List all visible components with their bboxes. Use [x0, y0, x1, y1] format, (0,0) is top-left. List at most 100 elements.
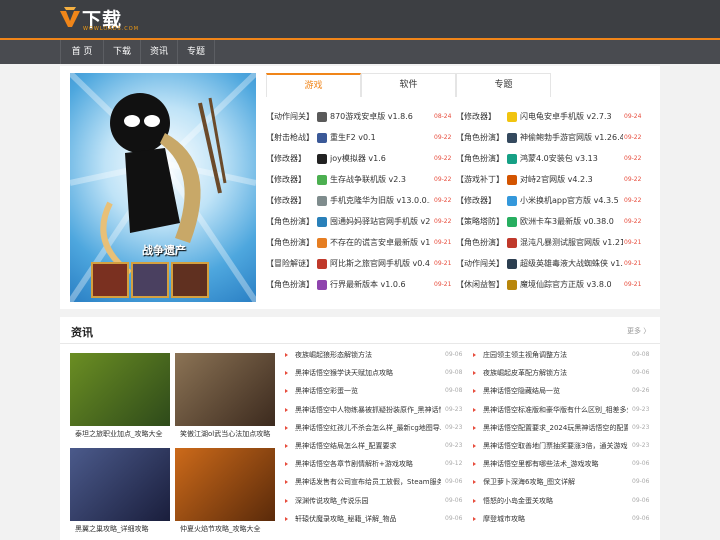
game-title-link[interactable]: 鸿蒙4.0安装包 v3.13 — [520, 150, 623, 168]
news-title-link[interactable]: 夜族崛起皮革配方解锁方法 — [483, 364, 628, 382]
game-title-link[interactable]: 魔境仙踪官方正版 v3.8.0 — [520, 276, 623, 294]
game-category[interactable]: 【修改器】 — [266, 171, 306, 189]
news-title-link[interactable]: 黑神话悟空配置要求_2024玩黑神话悟空的配置推荐 — [483, 419, 628, 437]
news-title-link[interactable]: 黑神话悟空中人物练暴被抓疑扮装原作_黑神话悟空 — [295, 401, 441, 419]
thumbnail-caption[interactable]: 仲夏火焰节攻略_攻略大全 — [180, 524, 275, 534]
game-category[interactable]: 【冒险解谜】 — [266, 255, 314, 273]
game-category[interactable]: 【游戏补丁】 — [456, 171, 504, 189]
nav-download[interactable]: 下载 — [104, 40, 141, 64]
game-row[interactable]: 【修改器】 小米换机app官方版 v4.3.5 09-22 — [456, 192, 644, 210]
game-title-link[interactable]: 重生F2 v0.1 — [330, 129, 430, 147]
game-row[interactable]: 【休闲益智】 魔境仙踪官方正版 v3.8.0 09-21 — [456, 276, 644, 294]
game-row[interactable]: 【冒险解谜】 阿比斯之旅官网手机版 v0.4.5 09-21 — [266, 255, 454, 273]
game-category[interactable]: 【修改器】 — [266, 150, 306, 168]
game-title-link[interactable]: 混沌凡暴测试服官网版 v1.21.0 — [520, 234, 623, 252]
game-row[interactable]: 【修改器】 生存战争联机版 v2.3 09-22 — [266, 171, 454, 189]
news-item[interactable]: 深渊传说攻略_传说乐园 09-06 — [285, 492, 465, 510]
news-item[interactable]: 黑神话发售有公司宣布给员工放假，Steam服务器... 09-06 — [285, 473, 465, 491]
game-title-link[interactable]: 欧洲卡车3最新版 v0.38.0 — [520, 213, 623, 231]
game-row[interactable]: 【角色扮演】 神偷鲍勃手游官网版 v1.26.4 09-22 — [456, 129, 644, 147]
news-item[interactable]: 黑神话悟空隐藏结局一览 09-26 — [473, 382, 653, 400]
game-row[interactable]: 【动作闯关】 870游戏安卓版 v1.8.6 08-24 — [266, 108, 454, 126]
game-category[interactable]: 【休闲益智】 — [456, 276, 504, 294]
game-category[interactable]: 【角色扮演】 — [456, 129, 504, 147]
tab-games[interactable]: 游戏 — [266, 73, 361, 97]
news-item[interactable]: 黑神话悟空结局怎么样_配置要求 09-23 — [285, 437, 465, 455]
news-title-link[interactable]: 黑神话悟空取善地门票抽奖要涨3倍，通关游戏... — [483, 437, 628, 455]
game-row[interactable]: 【修改器】 闪电龟安卓手机版 v2.7.3 09-24 — [456, 108, 644, 126]
game-title-link[interactable]: 小米换机app官方版 v4.3.5 — [520, 192, 623, 210]
news-item[interactable]: 夜族崛起狼形态解锁方法 09-06 — [285, 346, 465, 364]
news-title-link[interactable]: 黑神话悟空红孩儿不杀会怎么样_最新cg地图导... — [295, 419, 441, 437]
news-item[interactable]: 黑神话悟空彩蛋一览 09-08 — [285, 382, 465, 400]
news-item[interactable]: 黑神话悟空中人物练暴被抓疑扮装原作_黑神话悟空 09-23 — [285, 401, 465, 419]
game-category[interactable]: 【动作闯关】 — [456, 255, 504, 273]
news-title-link[interactable]: 保卫萝卜深海6攻略_图文详解 — [483, 473, 628, 491]
news-title-link[interactable]: 黑神话悟空结局怎么样_配置要求 — [295, 437, 441, 455]
news-item[interactable]: 悟怒的小岛金蛋关攻略 09-06 — [473, 492, 653, 510]
game-title-link[interactable]: 不存在的谎言安卓最新版 v1.0.6 — [330, 234, 430, 252]
game-title-link[interactable]: 870游戏安卓版 v1.8.6 — [330, 108, 430, 126]
game-title-link[interactable]: 阿比斯之旅官网手机版 v0.4.5 — [330, 255, 430, 273]
game-row[interactable]: 【修改器】 手机克隆华为旧版 v13.0.0.340 09-22 — [266, 192, 454, 210]
game-row[interactable]: 【动作闯关】 超级英雄毒液大战蜘蛛侠 v1.0 09-21 — [456, 255, 644, 273]
game-row[interactable]: 【角色扮演】 鸿蒙4.0安装包 v3.13 09-22 — [456, 150, 644, 168]
game-category[interactable]: 【角色扮演】 — [266, 234, 314, 252]
game-title-link[interactable]: joy模拟器 v1.6 — [330, 150, 430, 168]
news-title-link[interactable]: 黑神话悟空猴学诀天赋加点攻略 — [295, 364, 441, 382]
game-category[interactable]: 【角色扮演】 — [266, 276, 314, 294]
news-title-link[interactable]: 庄园领主领主视角调整方法 — [483, 346, 628, 364]
news-item[interactable]: 摩登城市攻略 09-06 — [473, 510, 653, 528]
news-item[interactable]: 黑神话悟空取善地门票抽奖要涨3倍，通关游戏... 09-23 — [473, 437, 653, 455]
news-item[interactable]: 庄园领主领主视角调整方法 09-08 — [473, 346, 653, 364]
news-title-link[interactable]: 黑神话悟空彩蛋一览 — [295, 382, 441, 400]
nav-home[interactable]: 首 页 — [60, 40, 104, 64]
game-title-link[interactable]: 行界最新版本 v1.0.6 — [330, 276, 430, 294]
news-item[interactable]: 黑神话悟空猴学诀天赋加点攻略 09-08 — [285, 364, 465, 382]
game-category[interactable]: 【角色扮演】 — [266, 213, 314, 231]
news-title-link[interactable]: 黑神话悟空隐藏结局一览 — [483, 382, 628, 400]
game-title-link[interactable]: 生存战争联机版 v2.3 — [330, 171, 430, 189]
game-title-link[interactable]: 手机克隆华为旧版 v13.0.0.340 — [330, 192, 430, 210]
news-thumbnail[interactable] — [175, 448, 275, 521]
news-title-link[interactable]: 深渊传说攻略_传说乐园 — [295, 492, 441, 510]
game-category[interactable]: 【策略塔防】 — [456, 213, 504, 231]
game-row[interactable]: 【角色扮演】 混沌凡暴测试服官网版 v1.21.0 09-21 — [456, 234, 644, 252]
news-item[interactable]: 黑神话悟空配置要求_2024玩黑神话悟空的配置推荐 09-23 — [473, 419, 653, 437]
game-row[interactable]: 【策略塔防】 欧洲卡车3最新版 v0.38.0 09-22 — [456, 213, 644, 231]
news-title-link[interactable]: 轩辕伏魔录攻略_秘籍_详解_物品 — [295, 510, 441, 528]
site-logo[interactable]: 下载王 WOWLOADS.COM — [60, 4, 140, 58]
news-title-link[interactable]: 悟怒的小岛金蛋关攻略 — [483, 492, 628, 510]
news-thumbnail[interactable] — [70, 353, 170, 426]
game-category[interactable]: 【动作闯关】 — [266, 108, 314, 126]
news-thumbnail[interactable] — [175, 353, 275, 426]
game-title-link[interactable]: 闪电龟安卓手机版 v2.7.3 — [520, 108, 623, 126]
game-category[interactable]: 【修改器】 — [456, 108, 496, 126]
news-item[interactable]: 夜族崛起皮革配方解锁方法 09-06 — [473, 364, 653, 382]
game-row[interactable]: 【游戏补丁】 对峙2官网版 v4.2.3 09-22 — [456, 171, 644, 189]
news-title-link[interactable]: 夜族崛起狼形态解锁方法 — [295, 346, 441, 364]
news-title-link[interactable]: 摩登城市攻略 — [483, 510, 628, 528]
news-item[interactable]: 保卫萝卜深海6攻略_图文详解 09-06 — [473, 473, 653, 491]
nav-topics[interactable]: 专题 — [178, 40, 215, 64]
news-title-link[interactable]: 黑神话悟空标准版和豪华版有什么区别_相差多少 — [483, 401, 628, 419]
game-category[interactable]: 【射击枪战】 — [266, 129, 314, 147]
news-item[interactable]: 黑神话悟空各章节剧情解析+游戏攻略 09-12 — [285, 455, 465, 473]
game-row[interactable]: 【角色扮演】 行界最新版本 v1.0.6 09-21 — [266, 276, 454, 294]
game-category[interactable]: 【角色扮演】 — [456, 234, 504, 252]
news-item[interactable]: 黑神话悟空标准版和豪华版有什么区别_相差多少 09-23 — [473, 401, 653, 419]
news-item[interactable]: 黑神话悟空里都有哪些法术_游戏攻略 09-06 — [473, 455, 653, 473]
thumbnail-caption[interactable]: 黑翼之巢攻略_详细攻略 — [75, 524, 170, 534]
tab-topics[interactable]: 专题 — [456, 73, 551, 97]
game-row[interactable]: 【角色扮演】不存在的谎言安卓最新版 v1.0.6 09-21 — [266, 234, 454, 252]
news-item[interactable]: 黑神话悟空红孩儿不杀会怎么样_最新cg地图导... 09-23 — [285, 419, 465, 437]
game-title-link[interactable]: 超级英雄毒液大战蜘蛛侠 v1.0 — [520, 255, 623, 273]
game-category[interactable]: 【修改器】 — [266, 192, 306, 210]
news-item[interactable]: 轩辕伏魔录攻略_秘籍_详解_物品 09-06 — [285, 510, 465, 528]
tab-software[interactable]: 软件 — [361, 73, 456, 97]
game-category[interactable]: 【修改器】 — [456, 192, 496, 210]
thumbnail-caption[interactable]: 笑傲江湖ol武当心法加点攻略 — [180, 429, 275, 439]
hero-banner[interactable]: 战争遗产 — [70, 73, 256, 302]
game-category[interactable]: 【角色扮演】 — [456, 150, 504, 168]
game-row[interactable]: 【修改器】 joy模拟器 v1.6 09-22 — [266, 150, 454, 168]
